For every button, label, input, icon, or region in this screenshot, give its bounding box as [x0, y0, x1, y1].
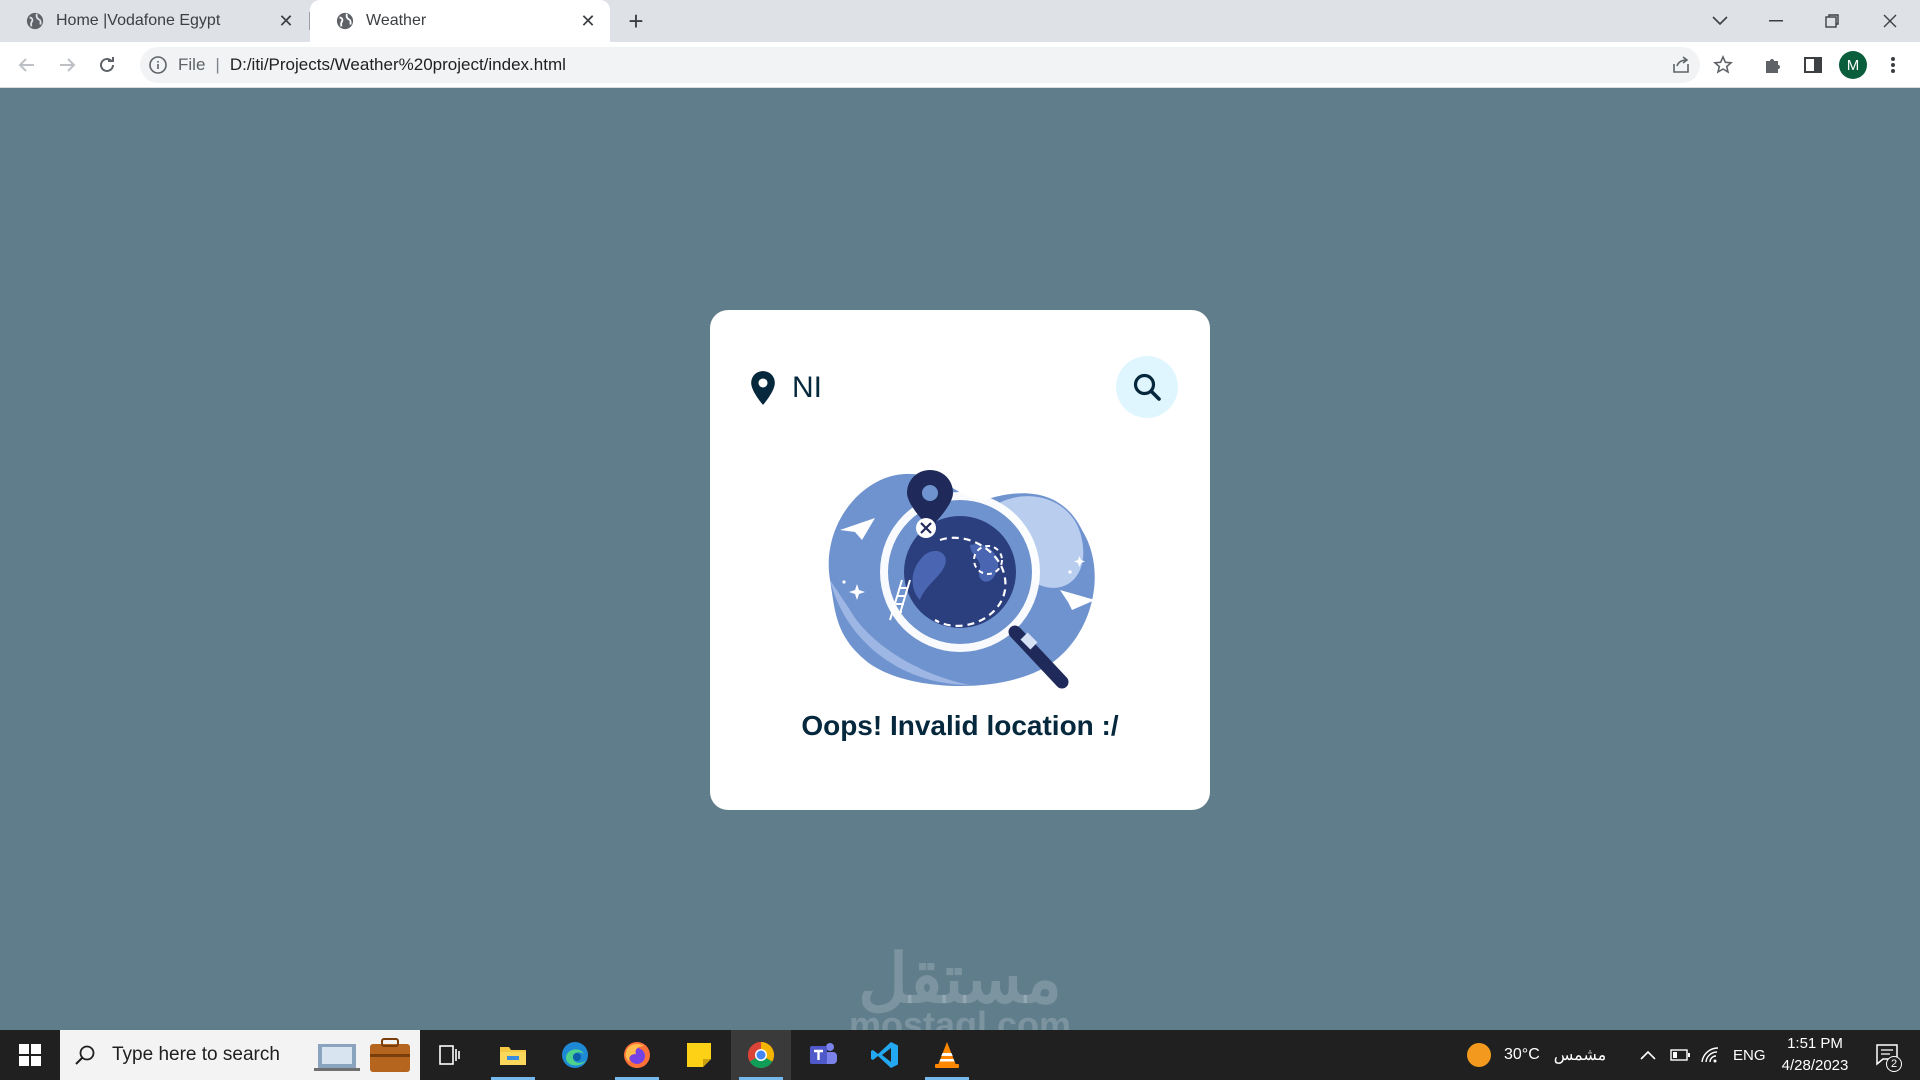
taskbar-vscode[interactable]	[855, 1030, 915, 1080]
weather-temperature: 30°C	[1504, 1046, 1540, 1063]
browser-tab-strip: Home |Vodafone Egypt ✕ Weather ✕ +	[0, 0, 1920, 42]
tab-weather[interactable]: Weather ✕	[310, 0, 610, 42]
watermark-arabic: مستقل	[858, 941, 1062, 1017]
arrow-right-icon	[60, 58, 76, 72]
tab-title: Weather	[366, 12, 427, 29]
share-button[interactable]	[1666, 50, 1696, 80]
vscode-icon	[871, 1042, 898, 1068]
teams-icon	[810, 1043, 837, 1064]
address-url: D:/iti/Projects/Weather%20project/index.…	[229, 55, 566, 74]
restore-icon	[1825, 14, 1839, 28]
notification-count: 2	[1886, 1056, 1902, 1072]
clock-date: 4/28/2023	[1781, 1057, 1849, 1074]
folder-icon	[500, 1047, 526, 1065]
location-not-found-illustration	[828, 470, 1095, 689]
battery-icon	[1670, 1049, 1690, 1061]
forward-button[interactable]	[52, 50, 82, 80]
minimize-icon	[1769, 20, 1783, 22]
taskbar-teams[interactable]	[793, 1030, 853, 1080]
taskbar-firefox[interactable]	[607, 1030, 667, 1080]
vlc-icon	[935, 1042, 959, 1068]
start-button[interactable]	[0, 1030, 60, 1080]
chrome-icon	[747, 1041, 775, 1069]
address-divider: |	[215, 55, 220, 74]
close-icon	[1883, 14, 1897, 28]
taskbar-edge[interactable]	[545, 1030, 605, 1080]
location-input[interactable]	[792, 371, 1092, 405]
chrome-menu-button[interactable]	[1878, 50, 1908, 80]
side-panel-button[interactable]	[1798, 50, 1828, 80]
puzzle-icon	[1766, 59, 1780, 73]
side-panel-icon	[1804, 57, 1822, 73]
wifi-button[interactable]	[1700, 1030, 1720, 1080]
firefox-icon	[624, 1042, 650, 1068]
task-view-icon	[439, 1045, 460, 1065]
extensions-button[interactable]	[1758, 50, 1788, 80]
tab-title: Home |Vodafone Egypt	[56, 12, 221, 29]
taskbar: Type here to search 30°C مشمس ENG 1:51 P…	[0, 1030, 1920, 1080]
taskbar-file-explorer[interactable]	[483, 1030, 543, 1080]
notification-center-button[interactable]: 2	[1868, 1030, 1908, 1080]
battery-button[interactable]	[1670, 1030, 1690, 1080]
wifi-icon	[1701, 1047, 1719, 1063]
watermark: مستقل mostaql.com	[830, 945, 1090, 1043]
info-icon[interactable]	[148, 55, 168, 75]
minimize-button[interactable]	[1748, 0, 1804, 42]
location-pin-icon	[751, 371, 775, 405]
taskbar-sticky-notes[interactable]	[669, 1030, 729, 1080]
clock-time: 1:51 PM	[1787, 1035, 1843, 1052]
search-icon	[75, 1045, 95, 1065]
more-vertical-icon	[1891, 57, 1895, 73]
search-button[interactable]	[1116, 356, 1178, 418]
back-button[interactable]	[12, 50, 42, 80]
tab-search-button[interactable]	[1692, 0, 1748, 42]
weather-condition: مشمس	[1553, 1047, 1607, 1064]
close-tab-icon[interactable]: ✕	[578, 11, 598, 31]
chevron-down-icon	[1712, 16, 1728, 26]
taskbar-vlc[interactable]	[917, 1030, 977, 1080]
address-bar[interactable]: File | D:/iti/Projects/Weather%20project…	[140, 47, 1700, 83]
star-icon	[1713, 55, 1733, 74]
task-view-button[interactable]	[420, 1030, 480, 1080]
bookmark-button[interactable]	[1708, 50, 1738, 80]
search-box	[748, 356, 1178, 420]
new-tab-button[interactable]: +	[620, 6, 652, 36]
search-highlight-icon	[314, 1038, 410, 1072]
taskbar-search[interactable]: Type here to search	[60, 1030, 420, 1080]
tray-overflow-button[interactable]	[1640, 1030, 1656, 1080]
weather-card: Oops! Invalid location :/	[710, 310, 1210, 810]
browser-toolbar: File | D:/iti/Projects/Weather%20project…	[0, 42, 1920, 88]
globe-icon	[336, 12, 354, 30]
taskbar-clock[interactable]: 1:51 PM 4/28/2023	[1760, 1030, 1870, 1080]
windows-logo-icon	[19, 1044, 41, 1066]
globe-icon	[26, 12, 44, 30]
profile-avatar[interactable]: M	[1839, 51, 1867, 79]
reload-button[interactable]	[92, 50, 122, 80]
close-window-button[interactable]	[1862, 0, 1918, 42]
restore-button[interactable]	[1804, 0, 1860, 42]
taskbar-chrome[interactable]	[731, 1030, 791, 1080]
chevron-up-icon	[1640, 1050, 1656, 1060]
close-tab-icon[interactable]: ✕	[276, 11, 296, 31]
taskbar-search-placeholder: Type here to search	[112, 1044, 280, 1065]
address-scheme: File	[178, 55, 206, 74]
tab-vodafone[interactable]: Home |Vodafone Egypt ✕	[0, 0, 308, 42]
sun-icon	[1467, 1043, 1491, 1067]
sticky-notes-icon	[687, 1043, 711, 1067]
arrow-left-icon	[18, 58, 34, 72]
share-icon	[1673, 56, 1689, 73]
edge-icon	[562, 1042, 588, 1068]
search-icon	[1133, 373, 1161, 401]
taskbar-weather[interactable]: 30°C مشمس	[1466, 1030, 1606, 1080]
error-message: Oops! Invalid location :/	[801, 710, 1119, 741]
reload-icon	[100, 57, 114, 72]
